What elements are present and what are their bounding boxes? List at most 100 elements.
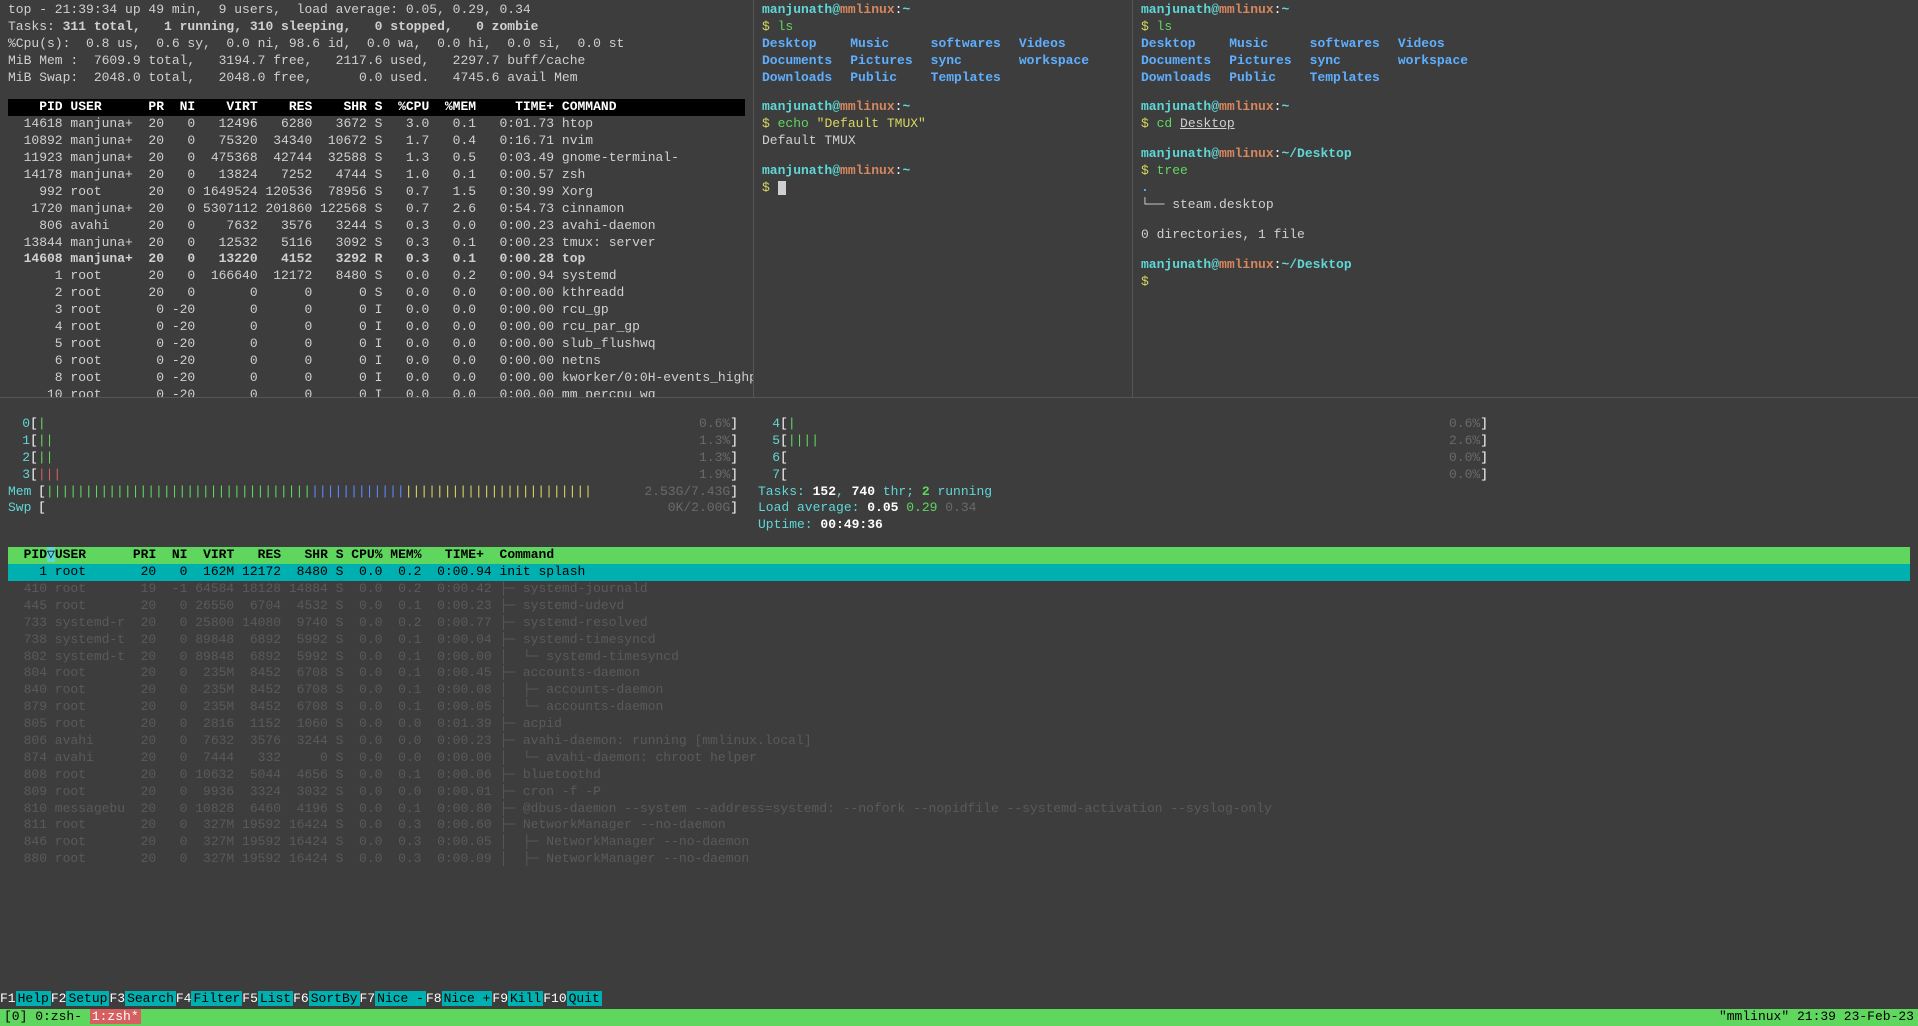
fkey-f9[interactable]: F9Kill <box>492 991 543 1008</box>
shell2-cursor-line[interactable]: $ <box>1141 274 1910 291</box>
shell2-ls-cmd: $ ls <box>1141 19 1910 36</box>
top-process-row: 5 root 0 -20 0 0 0 I 0.0 0.0 0:00.00 slu… <box>8 336 745 353</box>
top-process-row: 10 root 0 -20 0 0 0 I 0.0 0.0 0:00.00 mm… <box>8 387 745 397</box>
top-process-list: 14618 manjuna+ 20 0 12496 6280 3672 S 3.… <box>8 116 745 397</box>
htop-load-line: Load average: 0.05 0.29 0.34 <box>758 500 992 517</box>
fkey-f2[interactable]: F2Setup <box>51 991 110 1008</box>
htop-process-row: 840 root 20 0 235M 8452 6708 S 0.0 0.1 0… <box>8 682 1910 699</box>
htop-process-row: 811 root 20 0 327M 19592 16424 S 0.0 0.3… <box>8 817 1910 834</box>
cpu-meter: 4[|0.6%] <box>758 416 1488 433</box>
top-summary-line: top - 21:39:34 up 49 min, 9 users, load … <box>8 2 745 19</box>
top-process-row: 8 root 0 -20 0 0 0 I 0.0 0.0 0:00.00 kwo… <box>8 370 745 387</box>
fkey-f1[interactable]: F1Help <box>0 991 51 1008</box>
top-cpu-line: %Cpu(s): 0.8 us, 0.6 sy, 0.0 ni, 98.6 id… <box>8 36 745 53</box>
ls-entry: Videos <box>1019 36 1089 53</box>
shell1-echo-cmd: $ echo "Default TMUX" <box>762 116 1124 133</box>
top-process-row: 14618 manjuna+ 20 0 12496 6280 3672 S 3.… <box>8 116 745 133</box>
fkey-f5[interactable]: F5List <box>242 991 293 1008</box>
htop-process-row: 802 systemd-t 20 0 89848 6892 5992 S 0.0… <box>8 649 1910 666</box>
shell2-prompt-line3: manjunath@mmlinux:~/Desktop <box>1141 146 1910 163</box>
fkey-f4[interactable]: F4Filter <box>176 991 242 1008</box>
top-process-row: 14608 manjuna+ 20 0 13220 4152 3292 R 0.… <box>8 251 745 268</box>
ls-entry: Downloads <box>762 70 832 87</box>
shell1-prompt-line3: manjunath@mmlinux:~ <box>762 163 1124 180</box>
top-process-row: 14178 manjuna+ 20 0 13824 7252 4744 S 1.… <box>8 167 745 184</box>
shell2-prompt-line: manjunath@mmlinux:~ <box>1141 2 1910 19</box>
htop-process-row: 810 messagebu 20 0 10828 6460 4196 S 0.0… <box>8 801 1910 818</box>
cpu-meter: 5[||||2.6%] <box>758 433 1488 450</box>
htop-tasks-line: Tasks: 152, 740 thr; 2 running <box>758 484 992 501</box>
cpu-meter: 6[0.0%] <box>758 450 1488 467</box>
ls-entry: Music <box>1229 36 1291 53</box>
ls-entry: Videos <box>1398 36 1468 53</box>
cpu-meter: 7[0.0%] <box>758 467 1488 484</box>
top-mem-line: MiB Mem : 7609.9 total, 3194.7 free, 211… <box>8 53 745 70</box>
ls-entry: Templates <box>931 70 1001 87</box>
top-process-row: 13844 manjuna+ 20 0 12532 5116 3092 S 0.… <box>8 235 745 252</box>
htop-process-row: 874 avahi 20 0 7444 332 0 S 0.0 0.0 0:00… <box>8 750 1910 767</box>
tmux-pane-htop[interactable]: 0[|0.6%]1[||1.3%]2[||1.3%]3[|||1.9%] 4[|… <box>0 397 1918 1026</box>
top-process-row: 10892 manjuna+ 20 0 75320 34340 10672 S … <box>8 133 745 150</box>
top-swap-line: MiB Swap: 2048.0 total, 2048.0 free, 0.0… <box>8 70 745 87</box>
top-process-row: 806 avahi 20 0 7632 3576 3244 S 0.3 0.0 … <box>8 218 745 235</box>
tmux-pane-top[interactable]: top - 21:39:34 up 49 min, 9 users, load … <box>0 0 753 397</box>
ls-entry: softwares <box>1310 36 1380 53</box>
fkey-f7[interactable]: F7Nice - <box>360 991 426 1008</box>
shell2-prompt-line4: manjunath@mmlinux:~/Desktop <box>1141 257 1910 274</box>
cpu-meter: 0[|0.6%] <box>8 416 738 433</box>
cpu-meter: 2[||1.3%] <box>8 450 738 467</box>
shell1-echo-output: Default TMUX <box>762 133 1124 150</box>
cursor-icon <box>778 181 786 195</box>
htop-swp-meter: Swp[0K/2.00G] <box>8 500 738 517</box>
tmux-pane-shell2[interactable]: manjunath@mmlinux:~ $ ls DesktopDocument… <box>1132 0 1918 397</box>
htop-process-row: 809 root 20 0 9936 3324 3032 S 0.0 0.0 0… <box>8 784 1910 801</box>
htop-uptime-line: Uptime: 00:49:36 <box>758 517 992 534</box>
htop-process-row: 738 systemd-t 20 0 89848 6892 5992 S 0.0… <box>8 632 1910 649</box>
htop-fkey-bar[interactable]: F1Help F2Setup F3SearchF4FilterF5List F6… <box>0 991 1918 1008</box>
ls-entry: Public <box>1229 70 1291 87</box>
htop-process-row: 880 root 20 0 327M 19592 16424 S 0.0 0.3… <box>8 851 1910 868</box>
tree-output-item: └── steam.desktop <box>1141 197 1910 214</box>
shell2-tree-cmd: $ tree <box>1141 163 1910 180</box>
top-process-row: 1720 manjuna+ 20 0 5307112 201860 122568… <box>8 201 745 218</box>
top-process-row: 11923 manjuna+ 20 0 475368 42744 32588 S… <box>8 150 745 167</box>
tmux-pane-shell1[interactable]: manjunath@mmlinux:~ $ ls DesktopDocument… <box>753 0 1132 397</box>
ls-entry: Pictures <box>850 53 912 70</box>
ls-entry: workspace <box>1019 53 1089 70</box>
ls-entry: Desktop <box>1141 36 1211 53</box>
tree-summary: 0 directories, 1 file <box>1141 227 1910 244</box>
shell1-prompt-line: manjunath@mmlinux:~ <box>762 2 1124 19</box>
ls-entry: softwares <box>931 36 1001 53</box>
top-process-row: 6 root 0 -20 0 0 0 I 0.0 0.0 0:00.00 net… <box>8 353 745 370</box>
htop-column-header[interactable]: PID▽USER PRI NI VIRT RES SHR S CPU% MEM%… <box>8 547 1910 564</box>
htop-process-row: 410 root 19 -1 64584 18128 14884 S 0.0 0… <box>8 581 1910 598</box>
htop-process-row: 804 root 20 0 235M 8452 6708 S 0.0 0.1 0… <box>8 665 1910 682</box>
htop-process-row: 846 root 20 0 327M 19592 16424 S 0.0 0.3… <box>8 834 1910 851</box>
fkey-f3[interactable]: F3Search <box>109 991 175 1008</box>
ls-entry: Desktop <box>762 36 832 53</box>
ls-entry: Downloads <box>1141 70 1211 87</box>
htop-process-row: 808 root 20 0 10632 5044 4656 S 0.0 0.1 … <box>8 767 1910 784</box>
shell2-ls-output: DesktopDocumentsDownloadsMusicPicturesPu… <box>1141 36 1910 87</box>
htop-cpu-meters-left: 0[|0.6%]1[||1.3%]2[||1.3%]3[|||1.9%] <box>8 416 738 484</box>
htop-selected-row[interactable]: 1 root 20 0 162M 12172 8480 S 0.0 0.2 0:… <box>8 564 1910 581</box>
htop-process-row: 445 root 20 0 26550 6704 4532 S 0.0 0.1 … <box>8 598 1910 615</box>
ls-entry: sync <box>1310 53 1380 70</box>
htop-process-row: 733 systemd-r 20 0 25800 14080 9740 S 0.… <box>8 615 1910 632</box>
ls-entry: Pictures <box>1229 53 1291 70</box>
shell1-ls-output: DesktopDocumentsDownloadsMusicPicturesPu… <box>762 36 1124 87</box>
htop-mem-meter: Mem[||||||||||||||||||||||||||||||||||||… <box>8 484 738 501</box>
fkey-f8[interactable]: F8Nice + <box>426 991 492 1008</box>
top-process-row: 3 root 0 -20 0 0 0 I 0.0 0.0 0:00.00 rcu… <box>8 302 745 319</box>
htop-process-row: 805 root 20 0 2816 1152 1060 S 0.0 0.0 0… <box>8 716 1910 733</box>
ls-entry: workspace <box>1398 53 1468 70</box>
fkey-f10[interactable]: F10Quit <box>543 991 602 1008</box>
fkey-f6[interactable]: F6SortBy <box>293 991 359 1008</box>
shell1-cursor-line[interactable]: $ <box>762 180 1124 197</box>
shell1-prompt-line2: manjunath@mmlinux:~ <box>762 99 1124 116</box>
top-process-row: 4 root 0 -20 0 0 0 I 0.0 0.0 0:00.00 rcu… <box>8 319 745 336</box>
shell1-ls-cmd: $ ls <box>762 19 1124 36</box>
tmux-statusbar[interactable]: [0] 0:zsh- 1:zsh* "mmlinux" 21:39 23-Feb… <box>0 1009 1918 1026</box>
ls-entry: Documents <box>762 53 832 70</box>
top-process-row: 2 root 20 0 0 0 0 S 0.0 0.0 0:00.00 kthr… <box>8 285 745 302</box>
